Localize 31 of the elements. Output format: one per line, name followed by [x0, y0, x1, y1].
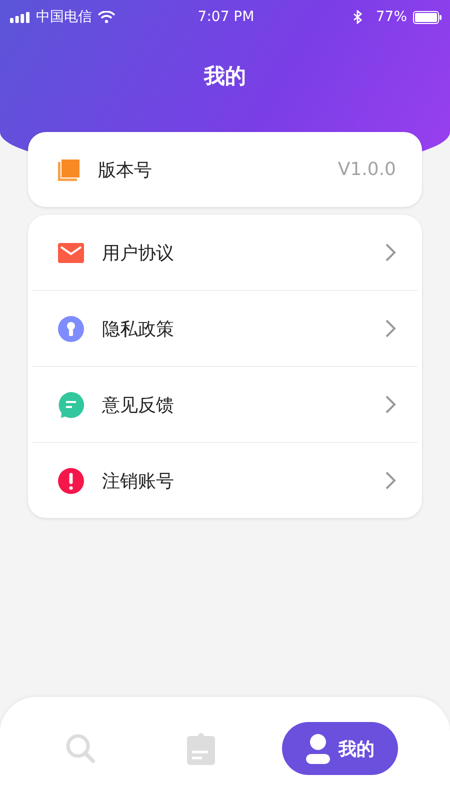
- chevron-right-icon: [385, 243, 396, 262]
- menu-label: 隐私政策: [102, 318, 175, 340]
- battery-icon: [413, 10, 442, 24]
- battery-percent: 77%: [376, 9, 408, 25]
- exclamation-icon: [58, 468, 84, 494]
- chevron-right-icon: [385, 319, 396, 338]
- chevron-right-icon: [385, 471, 396, 490]
- clipboard-icon: [186, 732, 215, 764]
- menu-label: 用户协议: [102, 242, 175, 264]
- menu-item[interactable]: 用户协议: [32, 215, 418, 290]
- keyhole-icon: [58, 316, 84, 342]
- menu-label: 意见反馈: [102, 394, 175, 416]
- version-number: V1.0.0: [338, 159, 396, 180]
- menu-item[interactable]: 注销账号: [32, 442, 418, 518]
- stacked-squares-icon: [58, 158, 80, 180]
- status-time: 7:07 PM: [198, 9, 254, 25]
- chevron-right-icon: [385, 395, 396, 414]
- carrier-name: 中国电信: [36, 8, 92, 26]
- search-icon: [66, 734, 96, 764]
- signal-icon: [10, 12, 30, 22]
- envelope-icon: [58, 242, 84, 262]
- person-icon: [306, 734, 330, 764]
- menu-item[interactable]: 隐私政策: [32, 290, 418, 366]
- chat-icon: [58, 392, 84, 418]
- page-title: 我的: [204, 63, 246, 90]
- menu-label: 注销账号: [102, 470, 175, 492]
- bluetooth-icon: [352, 10, 362, 24]
- wifi-icon: [98, 11, 115, 23]
- menu-item[interactable]: 意见反馈: [32, 366, 418, 442]
- tab[interactable]: 我的: [282, 722, 398, 775]
- menu-label: 版本号: [98, 158, 153, 182]
